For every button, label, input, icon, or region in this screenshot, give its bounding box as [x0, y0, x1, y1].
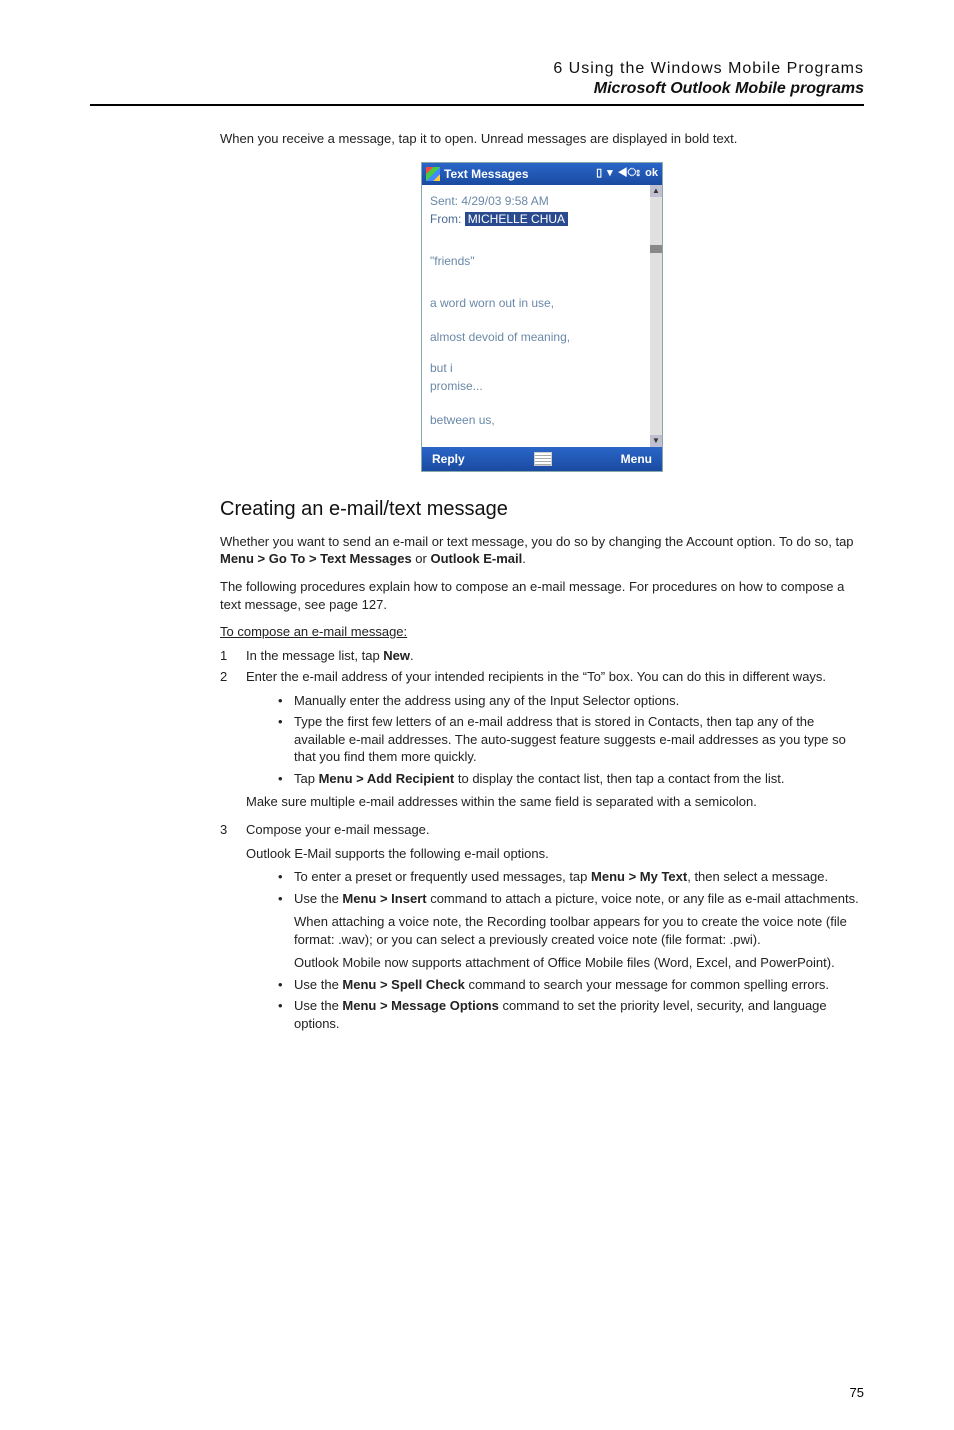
body-line: promise... — [430, 378, 654, 394]
bullet: Manually enter the address using any of … — [272, 692, 864, 710]
bullet: Tap Menu > Add Recipient to display the … — [272, 770, 864, 788]
from-name[interactable]: MICHELLE CHUA — [465, 212, 568, 226]
sent-label: Sent: — [430, 194, 458, 208]
bullet: Type the first few letters of an e-mail … — [272, 713, 864, 766]
body-line: "friends" — [430, 253, 654, 269]
bullet: Use the Menu > Spell Check command to se… — [272, 976, 864, 994]
step-tail: Make sure multiple e-mail addresses with… — [246, 793, 864, 811]
bullet: To enter a preset or frequently used mes… — [272, 868, 864, 886]
paragraph: Whether you want to send an e-mail or te… — [220, 533, 864, 568]
step-text: Compose your e-mail message. — [246, 822, 430, 837]
step-sub: Outlook E-Mail supports the following e-… — [246, 845, 864, 863]
step-number: 2 — [220, 668, 246, 817]
screenshot: Text Messages ▯ ▾ ◀ਃ ok Sent: 4/29/03 9:… — [220, 162, 864, 472]
step: 1 In the message list, tap New. — [220, 647, 864, 665]
message-body: Sent: 4/29/03 9:58 AM From: MICHELLE CHU… — [422, 185, 662, 447]
app-title: Text Messages — [444, 166, 529, 182]
ok-button[interactable]: ok — [645, 166, 658, 181]
phone-bottombar: Reply Menu — [422, 447, 662, 471]
scroll-up-icon[interactable]: ▲ — [650, 185, 662, 197]
note: When attaching a voice note, the Recordi… — [294, 913, 864, 948]
body-line: almost devoid of meaning, — [430, 329, 654, 345]
scroll-thumb[interactable] — [650, 245, 662, 253]
start-flag-icon[interactable] — [426, 167, 440, 181]
phone-titlebar: Text Messages ▯ ▾ ◀ਃ ok — [422, 163, 662, 185]
scrollbar[interactable]: ▲ ▼ — [650, 185, 662, 447]
procedure-heading: To compose an e-mail message: — [220, 623, 864, 641]
menu-button[interactable]: Menu — [621, 451, 652, 467]
reply-button[interactable]: Reply — [432, 451, 465, 467]
step-text: Enter the e-mail address of your intende… — [246, 669, 826, 684]
body-line: a word worn out in use, — [430, 295, 654, 311]
paragraph: The following procedures explain how to … — [220, 578, 864, 613]
signal-icon: ▯ — [596, 166, 602, 181]
scroll-down-icon[interactable]: ▼ — [650, 435, 662, 447]
bullet: Use the Menu > Insert command to attach … — [272, 890, 864, 972]
step-number: 3 — [220, 821, 246, 1038]
header-divider — [90, 104, 864, 106]
bullet: Use the Menu > Message Options command t… — [272, 997, 864, 1032]
chapter-title: 6 Using the Windows Mobile Programs — [90, 60, 864, 78]
step-number: 1 — [220, 647, 246, 665]
section-title: Microsoft Outlook Mobile programs — [90, 80, 864, 98]
step: 3 Compose your e-mail message. Outlook E… — [220, 821, 864, 1038]
keyboard-icon[interactable] — [534, 452, 552, 466]
antenna-icon: ▾ — [607, 166, 613, 181]
from-label: From: — [430, 212, 461, 226]
page-number: 75 — [850, 1385, 864, 1400]
body-line: but i — [430, 360, 654, 376]
sent-value: 4/29/03 9:58 AM — [461, 194, 548, 208]
intro-paragraph: When you receive a message, tap it to op… — [220, 130, 864, 148]
speaker-icon: ◀ਃ — [618, 166, 640, 181]
step: 2 Enter the e-mail address of your inten… — [220, 668, 864, 817]
phone-screen: Text Messages ▯ ▾ ◀ਃ ok Sent: 4/29/03 9:… — [421, 162, 663, 472]
body-line: between us, — [430, 412, 654, 428]
subheading: Creating an e-mail/text message — [220, 496, 864, 523]
note: Outlook Mobile now supports attachment o… — [294, 954, 864, 972]
